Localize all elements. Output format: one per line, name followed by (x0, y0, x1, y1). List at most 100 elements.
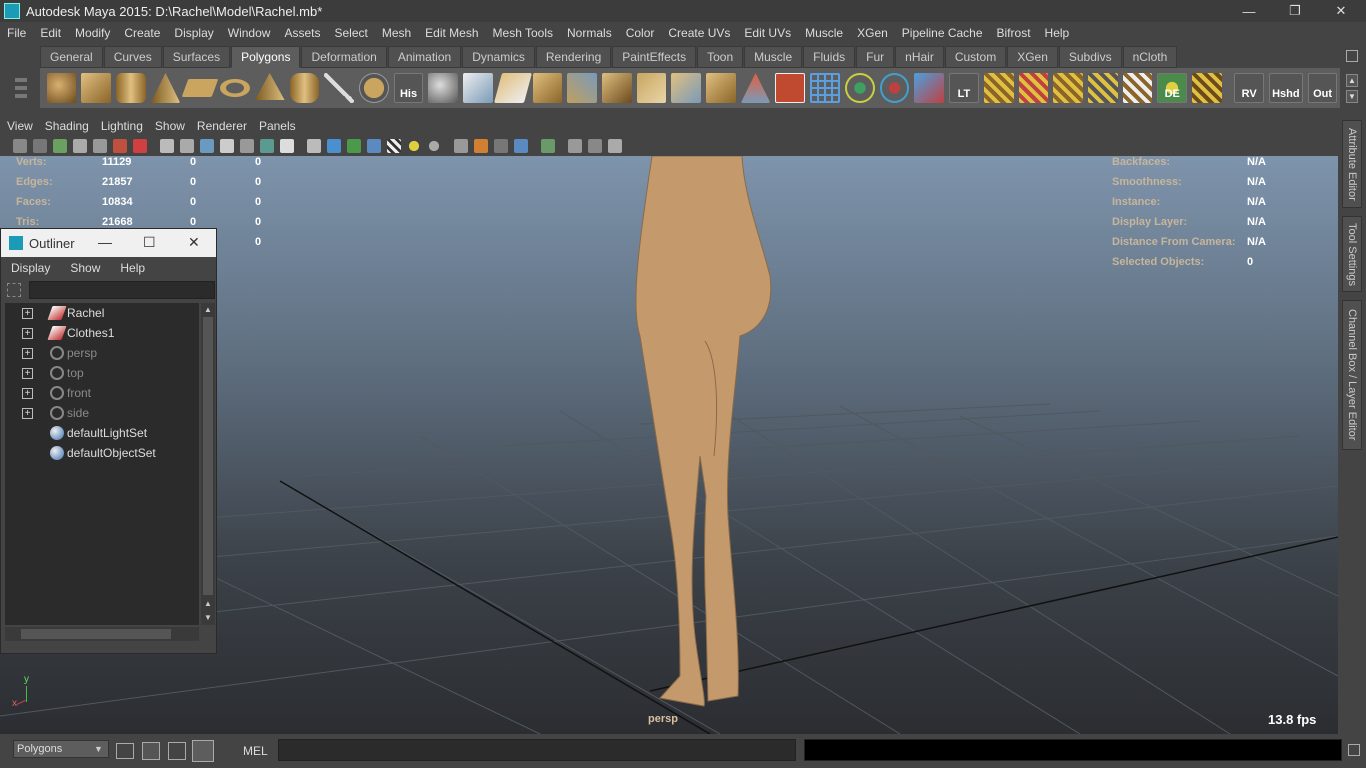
image-plane-icon[interactable] (73, 139, 87, 153)
menu-select[interactable]: Select (327, 26, 374, 40)
panel-menu-view[interactable]: View (0, 119, 38, 133)
list-item[interactable]: defaultObjectSet (5, 443, 199, 463)
snap-icon[interactable] (914, 73, 945, 103)
shelf-scroll-up[interactable]: ▲ (1346, 74, 1358, 87)
menu-pipeline-cache[interactable]: Pipeline Cache (895, 26, 990, 40)
smooth-icon[interactable] (532, 73, 563, 103)
snap-toggle-icon[interactable] (116, 743, 134, 759)
shelf-scroll-down[interactable]: ▼ (1346, 90, 1358, 103)
tab-xgen[interactable]: XGen (1007, 46, 1058, 68)
poly-pyramid-icon[interactable] (254, 73, 285, 100)
restore-button[interactable]: ❐ (1272, 0, 1318, 22)
tab-subdivs[interactable]: Subdivs (1058, 46, 1122, 68)
menu-assets[interactable]: Assets (277, 26, 327, 40)
tab-custom[interactable]: Custom (944, 46, 1007, 68)
menu-color[interactable]: Color (619, 26, 662, 40)
use-all-lights-icon[interactable] (407, 139, 421, 153)
uv-tool-icon-6[interactable] (1192, 73, 1222, 103)
screen-space-ao-icon[interactable] (454, 139, 468, 153)
uv-tool-icon-1[interactable] (983, 73, 1014, 103)
select-camera-icon[interactable] (13, 139, 27, 153)
uv-tool-icon-3[interactable] (1053, 73, 1083, 103)
menu-window[interactable]: Window (221, 26, 278, 40)
bridge-icon[interactable] (567, 73, 597, 103)
outliner-vertical-scrollbar[interactable]: ▲ ▲ ▼ (201, 303, 215, 625)
tab-nhair[interactable]: nHair (895, 46, 944, 68)
menu-file[interactable]: File (0, 26, 33, 40)
panel-menu-show[interactable]: Show (148, 119, 190, 133)
expand-icon[interactable]: + (22, 307, 33, 319)
expand-icon[interactable]: + (22, 367, 33, 379)
poly-cone-icon[interactable] (150, 73, 181, 103)
filter-icon[interactable] (7, 283, 21, 297)
lt-button[interactable]: LT (949, 73, 979, 103)
scroll-up-icon[interactable]: ▲ (204, 599, 212, 608)
tab-channel-box[interactable]: Channel Box / Layer Editor (1342, 300, 1362, 450)
outliner-title-bar[interactable]: Outliner — ☐ ✕ (1, 229, 216, 257)
menu-xgen[interactable]: XGen (850, 26, 895, 40)
reduce-icon[interactable] (740, 73, 771, 103)
poly-plane-icon[interactable] (182, 79, 219, 97)
outliner-close-button[interactable]: ✕ (188, 234, 200, 251)
depth-of-field-icon[interactable] (514, 139, 528, 153)
universal-manip-icon[interactable] (879, 73, 910, 103)
safe-action-icon[interactable] (260, 139, 274, 153)
panel-menu-renderer[interactable]: Renderer (190, 119, 252, 133)
tab-tool-settings[interactable]: Tool Settings (1342, 216, 1362, 292)
2d-pan-zoom-icon[interactable] (93, 139, 107, 153)
wireframe-icon[interactable] (307, 139, 321, 153)
outliner-minimize-button[interactable]: — (98, 234, 112, 250)
list-view-icon[interactable] (168, 742, 186, 760)
poly-sphere-icon[interactable] (46, 73, 77, 103)
menu-edit[interactable]: Edit (33, 26, 68, 40)
menu-edit-mesh[interactable]: Edit Mesh (418, 26, 485, 40)
list-item[interactable]: + persp (5, 343, 199, 363)
bookmarks-icon[interactable] (53, 139, 67, 153)
mel-label[interactable]: MEL (243, 744, 268, 758)
poly-pipe-icon[interactable] (289, 73, 320, 103)
script-editor-icon[interactable] (142, 742, 160, 760)
tab-muscle[interactable]: Muscle (744, 46, 803, 68)
panel-menu-lighting[interactable]: Lighting (94, 119, 148, 133)
tab-painteffects[interactable]: PaintEffects (612, 46, 697, 68)
tab-dynamics[interactable]: Dynamics (462, 46, 535, 68)
uv-tool-icon-5[interactable] (1122, 73, 1153, 103)
outliner-menu-show[interactable]: Show (60, 261, 110, 275)
extrude-icon[interactable] (601, 73, 632, 103)
panel-menu-shading[interactable]: Shading (38, 119, 94, 133)
isolate-select-icon[interactable] (541, 139, 555, 153)
field-chart-icon[interactable] (240, 139, 254, 153)
grid-icon[interactable] (160, 139, 174, 153)
rotate-manip-icon[interactable] (844, 73, 875, 103)
expand-icon[interactable]: + (22, 327, 33, 339)
tab-fluids[interactable]: Fluids (803, 46, 856, 68)
paint-tool-icon[interactable] (775, 73, 806, 103)
outliner-maximize-button[interactable]: ☐ (143, 234, 156, 251)
menu-modify[interactable]: Modify (68, 26, 117, 40)
xray-active-icon[interactable] (588, 139, 602, 153)
menu-create[interactable]: Create (117, 26, 167, 40)
tab-deformation[interactable]: Deformation (301, 46, 387, 68)
motion-blur-icon[interactable] (474, 139, 488, 153)
wireframe-on-shaded-icon[interactable] (347, 139, 361, 153)
expand-icon[interactable]: + (22, 347, 33, 359)
expand-icon[interactable]: + (22, 407, 33, 419)
tab-polygons[interactable]: Polygons (231, 46, 301, 68)
menu-muscle[interactable]: Muscle (798, 26, 850, 40)
tab-general[interactable]: General (40, 46, 103, 68)
panel-menu-panels[interactable]: Panels (252, 119, 301, 133)
create-polygon-icon[interactable] (324, 73, 354, 103)
tab-surfaces[interactable]: Surfaces (162, 46, 231, 68)
close-button[interactable]: ✕ (1318, 0, 1364, 22)
hud-toggle-icon[interactable] (608, 139, 622, 153)
script-editor-button[interactable] (1348, 744, 1360, 756)
list-item[interactable]: defaultLightSet (5, 423, 199, 443)
minimize-button[interactable]: — (1226, 0, 1272, 22)
out-button[interactable]: Out (1307, 73, 1338, 103)
gate-mask-icon[interactable] (220, 139, 234, 153)
outliner-search-input[interactable] (29, 281, 215, 299)
list-item[interactable]: + top (5, 363, 199, 383)
menu-display[interactable]: Display (167, 26, 220, 40)
scroll-up-icon[interactable]: ▲ (204, 305, 212, 314)
list-item[interactable]: + side (5, 403, 199, 423)
